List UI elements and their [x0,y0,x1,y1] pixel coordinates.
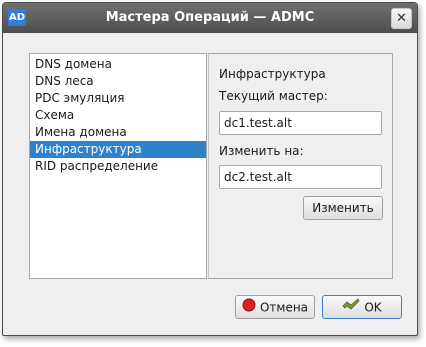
role-list-item[interactable]: RID распределение [30,158,206,175]
role-list-item[interactable]: Инфраструктура [30,141,206,158]
role-list-item[interactable]: DNS домена [30,56,206,73]
role-name-label: Инфраструктура [219,67,326,81]
window-title: Мастера Операций — ADMC [105,10,315,25]
cancel-button[interactable]: Отмена [235,295,315,319]
change-button[interactable]: Изменить [303,196,383,220]
current-master-field[interactable]: dc1.test.alt [219,111,382,135]
ok-button[interactable]: OK [322,295,402,319]
role-list-item[interactable]: PDC эмуляция [30,90,206,107]
cancel-icon [242,297,256,319]
admc-app-icon: AD [8,9,26,26]
close-button[interactable]: ✕ [391,8,412,29]
operations-masters-dialog: AD Мастера Операций — ADMC ✕ DNS домена D… [2,2,418,336]
change-to-label: Изменить на: [219,144,304,158]
change-to-field[interactable]: dc2.test.alt [219,165,382,189]
title-bar[interactable]: AD Мастера Операций — ADMC ✕ [3,3,417,33]
role-list-item[interactable]: DNS леса [30,73,206,90]
fsmo-role-list[interactable]: DNS домена DNS леса PDC эмуляция Схема Имена… [29,53,207,279]
current-master-label: Текущий мастер: [219,89,328,103]
ok-label: OK [364,300,382,315]
cancel-label: Отмена [259,300,309,315]
close-icon: ✕ [396,11,407,26]
role-list-item[interactable]: Имена домена [30,124,206,141]
ok-icon [342,297,360,319]
role-list-item[interactable]: Схема [30,107,206,124]
role-detail-panel: Инфраструктура Текущий мастер: dc1.test.… [208,53,393,279]
